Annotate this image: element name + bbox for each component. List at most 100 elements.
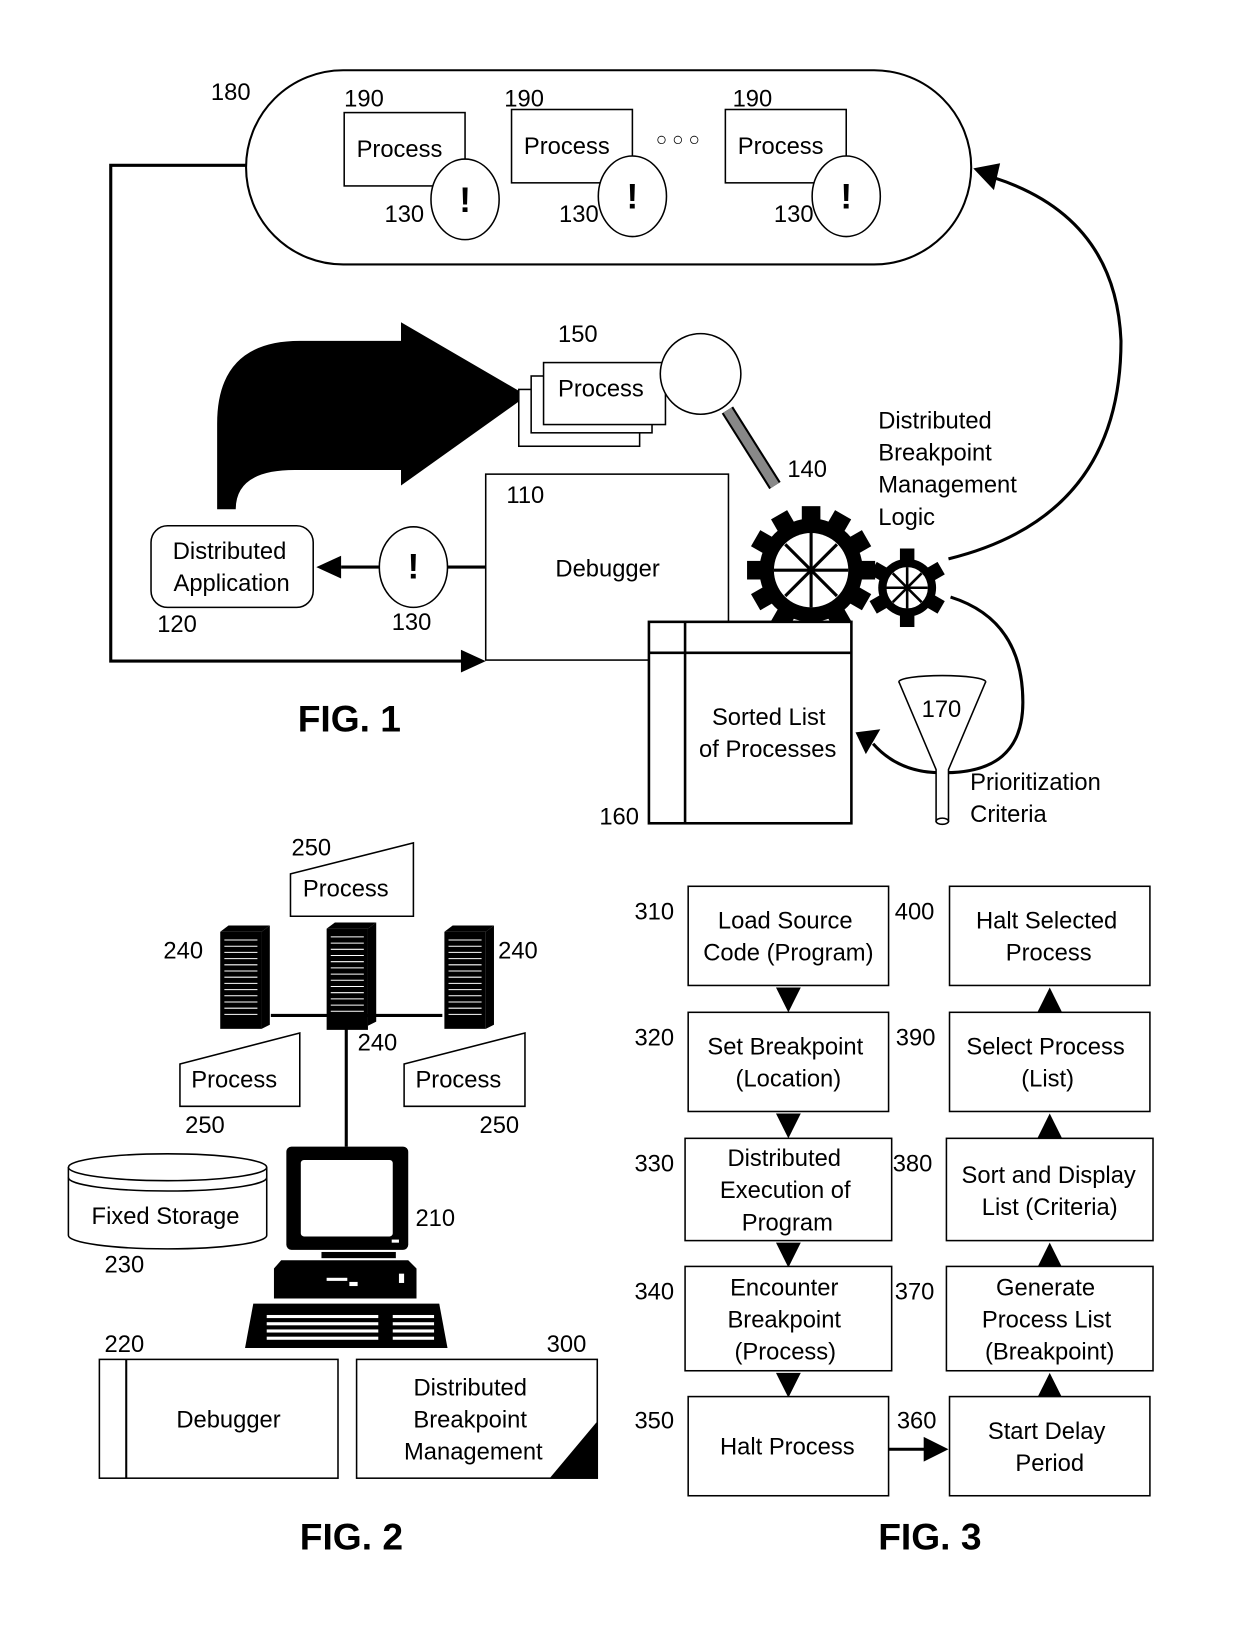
logic-line2: Breakpoint — [878, 440, 992, 467]
step-line: Load Source — [718, 908, 853, 935]
big-curved-arrow — [217, 322, 528, 510]
distributed-application-ref: 120 — [157, 611, 197, 638]
fig1-title: FIG. 1 — [298, 697, 401, 739]
step-370: 370 Generate Process List (Breakpoint) — [895, 1265, 1154, 1372]
step-ref: 380 — [893, 1150, 933, 1177]
arrowhead — [973, 163, 1001, 191]
step-320: 320 Set Breakpoint (Location) — [634, 1011, 890, 1113]
step-ref: 390 — [896, 1024, 936, 1051]
process-label: Process — [415, 1067, 501, 1094]
breakpoint-ref: 130 — [559, 201, 599, 228]
criteria-line2: Criteria — [970, 801, 1047, 828]
step-line: Select Process — [966, 1034, 1125, 1061]
step-line: Halt Selected — [976, 908, 1117, 935]
debugger-label: Debugger — [555, 555, 659, 582]
computer-ref: 210 — [415, 1205, 455, 1232]
step-line: (List) — [1021, 1066, 1074, 1093]
debugger-ref: 110 — [506, 482, 544, 509]
step-line: Encounter — [730, 1274, 838, 1301]
step-line: (Breakpoint) — [985, 1338, 1114, 1365]
step-line: Halt Process — [720, 1433, 855, 1460]
distributed-application-line2: Application — [174, 570, 290, 597]
step-line: (Location) — [736, 1066, 842, 1093]
process-ref: 190 — [504, 85, 544, 112]
process-ref: 190 — [344, 85, 384, 112]
process-ref: 190 — [733, 85, 773, 112]
breakpoint-symbol: ! — [459, 181, 471, 220]
breakpoint-symbol: ! — [627, 178, 639, 217]
arrowhead — [316, 555, 342, 579]
step-line: (Process) — [734, 1338, 836, 1365]
step-ref: 360 — [897, 1408, 937, 1435]
server-icon — [220, 925, 270, 1029]
management-ref: 300 — [547, 1331, 587, 1358]
process-stack-label: Process — [558, 376, 644, 403]
patent-drawing-sheet: 180 Process 190 ! 130 Process 190 ! 130 … — [67, 69, 1154, 1557]
flow-arrow — [1037, 1113, 1063, 1139]
flow-arrow — [775, 1372, 801, 1398]
fig3: 310 Load Source Code (Program) 320 Set B… — [634, 885, 1154, 1557]
step-line: List (Criteria) — [982, 1194, 1118, 1221]
breakpoint-ref: 130 — [774, 201, 814, 228]
fig2-title: FIG. 2 — [300, 1515, 403, 1557]
step-380: 380 Sort and Display List (Criteria) — [893, 1137, 1154, 1242]
flow-arrow — [1037, 1242, 1063, 1268]
sorted-list-line2: of Processes — [699, 736, 836, 763]
breakpoint-ref: 130 — [392, 609, 432, 636]
distributed-application-line1: Distributed — [173, 538, 287, 565]
process-label: Process — [191, 1067, 277, 1094]
computer-icon — [245, 1146, 448, 1349]
step-line: Execution of — [720, 1177, 851, 1204]
process-stack: Process 150 — [517, 321, 667, 448]
fig3-title: FIG. 3 — [878, 1515, 981, 1557]
arrowhead — [460, 649, 486, 673]
criteria-line1: Prioritization — [970, 769, 1101, 796]
step-ref: 310 — [634, 898, 674, 925]
flow-arrow — [1037, 987, 1063, 1013]
step-line: Period — [1015, 1450, 1084, 1477]
process-ref: 250 — [292, 834, 332, 861]
storage-ref: 230 — [105, 1252, 145, 1279]
process-ref: 250 — [185, 1112, 225, 1139]
cluster-ref: 180 — [211, 79, 251, 106]
step-350: 350 Halt Process — [634, 1395, 890, 1497]
step-line: Code (Program) — [703, 940, 873, 967]
server-icon — [444, 925, 494, 1029]
logic-ref: 140 — [787, 456, 827, 483]
breakpoint-symbol: ! — [408, 547, 420, 586]
gear-icon-small — [869, 548, 945, 628]
arrowhead — [855, 729, 881, 755]
fig2: Process 250 240 240 240 Process 250 Proc… — [67, 834, 599, 1557]
step-ref: 350 — [634, 1408, 674, 1435]
step-ref: 320 — [634, 1024, 674, 1051]
breakpoint-symbol: ! — [840, 178, 852, 217]
step-ref: 340 — [634, 1278, 674, 1305]
storage-icon — [67, 1153, 268, 1250]
step-line: Breakpoint — [727, 1306, 841, 1333]
step-340: 340 Encounter Breakpoint (Process) — [634, 1265, 893, 1372]
process-ref: 250 — [480, 1112, 520, 1139]
step-330: 330 Distributed Execution of Program — [634, 1137, 893, 1242]
step-400: 400 Halt Selected Process — [895, 885, 1151, 987]
server-ref: 240 — [498, 938, 538, 965]
process-label: Process — [303, 876, 389, 903]
flow-arrow — [775, 1242, 801, 1268]
debugger-ref: 220 — [105, 1331, 145, 1358]
logic-line4: Logic — [878, 504, 935, 531]
process-stack-ref: 150 — [558, 321, 598, 348]
step-line: Process — [1006, 940, 1092, 967]
funnel-ref: 170 — [922, 696, 962, 723]
gear-icon-large — [747, 506, 876, 635]
flow-arrow — [1037, 1372, 1063, 1398]
step-390: 390 Select Process (List) — [896, 1011, 1151, 1113]
step-310: 310 Load Source Code (Program) — [634, 885, 890, 987]
management-line1: Distributed — [413, 1375, 527, 1402]
process-label: Process — [524, 133, 610, 160]
step-line: Set Breakpoint — [707, 1034, 863, 1061]
sorted-list-line1: Sorted List — [712, 704, 826, 731]
step-line: Process List — [982, 1306, 1112, 1333]
magnifier-icon — [659, 332, 781, 490]
logic-line3: Management — [878, 472, 1017, 499]
flow-arrow — [775, 1113, 801, 1139]
step-ref: 370 — [895, 1278, 935, 1305]
